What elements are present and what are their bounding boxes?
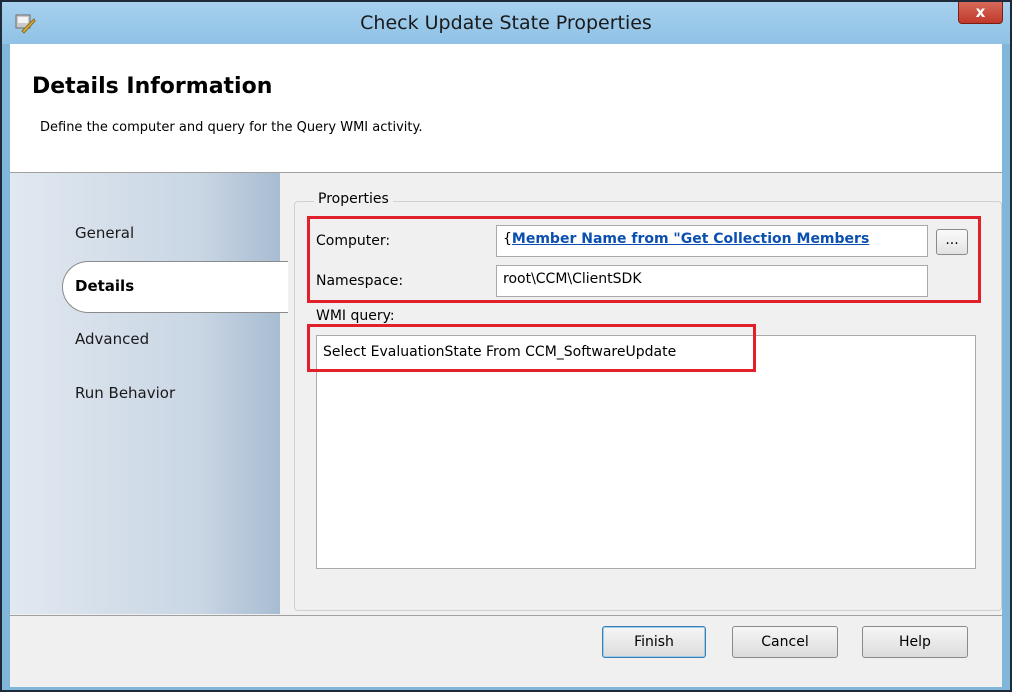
properties-group-label: Properties — [314, 191, 393, 207]
details-header: Details Information Define the computer … — [10, 44, 1002, 173]
tab-advanced[interactable]: Advanced — [75, 330, 149, 348]
tab-details-label: Details — [75, 277, 135, 295]
properties-dialog: Check Update State Properties x Details … — [0, 0, 1012, 692]
dialog-footer — [10, 615, 1002, 687]
page-title: Details Information — [32, 74, 273, 99]
close-button[interactable]: x — [958, 2, 1003, 24]
tab-run-behavior[interactable]: Run Behavior — [75, 384, 175, 402]
window-title: Check Update State Properties — [360, 12, 652, 34]
page-subtitle: Define the computer and query for the Qu… — [40, 120, 423, 135]
wmi-query-label: WMI query: — [316, 308, 395, 324]
close-icon: x — [975, 3, 986, 21]
finish-button[interactable]: Finish — [602, 626, 706, 658]
title-bar[interactable]: Check Update State Properties x — [2, 2, 1010, 44]
help-button[interactable]: Help — [862, 626, 968, 658]
cancel-button[interactable]: Cancel — [732, 626, 838, 658]
tab-general[interactable]: General — [75, 224, 134, 242]
highlight-box-computer-namespace — [307, 216, 981, 303]
tab-details[interactable]: Details — [62, 261, 288, 313]
dialog-client: Details Information Define the computer … — [10, 44, 1002, 687]
highlight-box-wmi-query — [307, 324, 756, 372]
